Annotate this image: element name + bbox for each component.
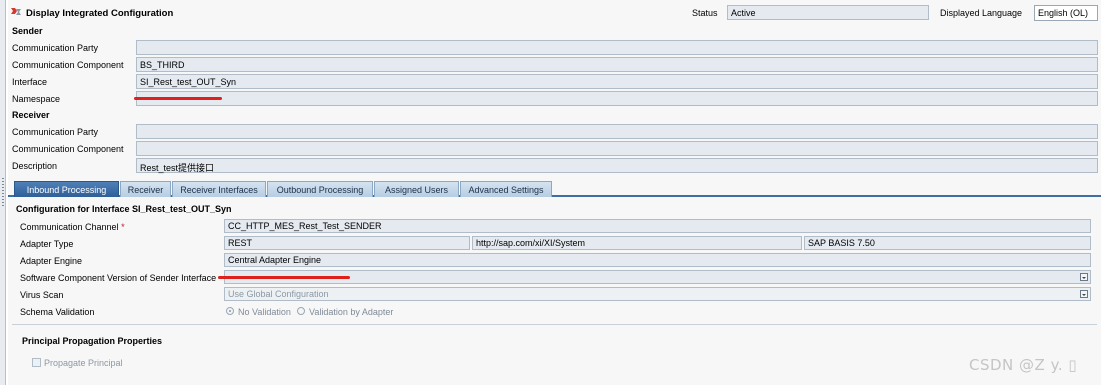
virus-scan-select[interactable]: Use Global Configuration xyxy=(224,287,1091,301)
config-section-title: Configuration for Interface SI_Rest_test… xyxy=(16,204,232,214)
value-help-icon[interactable] xyxy=(1080,273,1088,281)
tab-advanced-settings[interactable]: Advanced Settings xyxy=(460,181,552,197)
integrated-configuration-editor: Display Integrated Configuration Status … xyxy=(8,0,1101,385)
radio-no-validation[interactable] xyxy=(226,307,234,315)
dropdown-arrow-icon[interactable] xyxy=(1080,290,1088,298)
radio-validation-by-adapter[interactable] xyxy=(297,307,305,315)
adapter-type-field[interactable]: REST xyxy=(224,236,470,250)
sender-heading: Sender xyxy=(12,26,43,36)
configuration-object-icon xyxy=(11,8,21,15)
swcv-redaction-mark xyxy=(218,276,350,279)
required-marker: * xyxy=(121,222,125,232)
sender-namespace-field[interactable] xyxy=(136,91,1098,106)
receiver-communication-party-label: Communication Party xyxy=(12,127,99,137)
receiver-heading: Receiver xyxy=(12,110,50,120)
principal-propagation-title: Principal Propagation Properties xyxy=(22,336,163,346)
adapter-engine-field[interactable]: Central Adapter Engine xyxy=(224,253,1091,267)
page-title: Display Integrated Configuration xyxy=(26,8,174,19)
adapter-type-label: Adapter Type xyxy=(20,239,74,249)
virus-scan-label: Virus Scan xyxy=(20,290,64,300)
receiver-communication-party-field[interactable] xyxy=(136,124,1098,139)
sender-communication-party-label: Communication Party xyxy=(12,43,99,53)
communication-channel-label: Communication Channel * xyxy=(20,222,125,232)
propagate-principal-checkbox[interactable] xyxy=(32,358,41,367)
left-splitter[interactable] xyxy=(0,0,6,385)
adapter-swcv-field[interactable]: SAP BASIS 7.50 xyxy=(804,236,1091,250)
displayed-language-label: Displayed Language xyxy=(940,8,1023,18)
virus-scan-value: Use Global Configuration xyxy=(228,289,329,299)
splitter-grip-icon[interactable] xyxy=(2,178,4,208)
namespace-redaction-mark xyxy=(134,97,222,100)
tab-inbound-processing[interactable]: Inbound Processing xyxy=(14,181,119,197)
communication-channel-field[interactable]: CC_HTTP_MES_Rest_Test_SENDER xyxy=(224,219,1091,233)
sender-namespace-label: Namespace xyxy=(12,94,61,104)
tab-receiver-interfaces[interactable]: Receiver Interfaces xyxy=(172,181,266,197)
description-label: Description xyxy=(12,161,58,171)
sender-communication-component-label: Communication Component xyxy=(12,60,124,70)
sender-interface-field[interactable]: SI_Rest_test_OUT_Syn xyxy=(136,74,1098,89)
status-label: Status xyxy=(692,8,718,18)
description-field[interactable]: Rest_test提供接口 xyxy=(136,158,1098,173)
communication-channel-label-text: Communication Channel xyxy=(20,222,119,232)
tab-assigned-users[interactable]: Assigned Users xyxy=(374,181,459,197)
sender-communication-component-field[interactable]: BS_THIRD xyxy=(136,57,1098,72)
schema-validation-label: Schema Validation xyxy=(20,307,95,317)
watermark: CSDN @Z y. ▯ xyxy=(969,356,1078,374)
status-field: Active xyxy=(727,5,929,20)
displayed-language-select[interactable]: English (OL) xyxy=(1034,5,1098,21)
tab-receiver[interactable]: Receiver xyxy=(120,181,171,197)
validation-by-adapter-label: Validation by Adapter xyxy=(309,307,394,317)
propagate-principal-label: Propagate Principal xyxy=(44,358,123,368)
tab-outbound-processing[interactable]: Outbound Processing xyxy=(267,181,373,197)
receiver-communication-component-label: Communication Component xyxy=(12,144,124,154)
sender-communication-party-field[interactable] xyxy=(136,40,1098,55)
receiver-communication-component-field[interactable] xyxy=(136,141,1098,156)
header-bar: Display Integrated Configuration Status … xyxy=(8,0,1101,22)
inbound-processing-panel: Configuration for Interface SI_Rest_test… xyxy=(8,197,1101,385)
sender-interface-label: Interface xyxy=(12,77,48,87)
tab-strip: Inbound Processing Receiver Receiver Int… xyxy=(8,180,1101,197)
adapter-namespace-field[interactable]: http://sap.com/xi/XI/System xyxy=(472,236,802,250)
swcv-sender-interface-field[interactable] xyxy=(224,270,1091,284)
section-divider xyxy=(12,324,1097,325)
swcv-sender-interface-label: Software Component Version of Sender Int… xyxy=(20,273,217,283)
adapter-engine-label: Adapter Engine xyxy=(20,256,83,266)
no-validation-label: No Validation xyxy=(238,307,291,317)
